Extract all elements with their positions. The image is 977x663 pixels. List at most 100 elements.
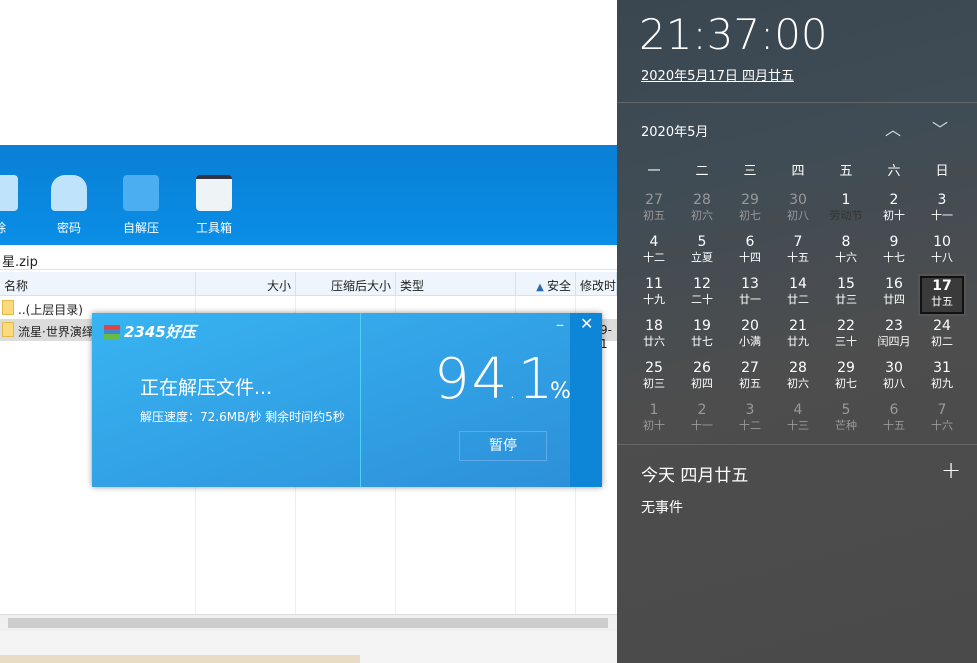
lunar-date: 十一: [691, 419, 713, 432]
calendar-day[interactable]: 10 十八: [920, 234, 964, 272]
calendar-day[interactable]: 28 初六: [776, 360, 820, 398]
day-number: 19: [693, 318, 711, 334]
col-packed-size[interactable]: 压缩后大小: [296, 272, 396, 295]
lunar-date: 二十: [691, 293, 713, 306]
scrollbar-thumb[interactable]: [8, 618, 608, 628]
today-label: 今天 四月廿五: [641, 466, 749, 486]
calendar-day[interactable]: 29 初七: [824, 360, 868, 398]
day-number: 21: [789, 318, 807, 334]
calendar-day[interactable]: 8 十六: [824, 234, 868, 272]
calendar-day[interactable]: 9 十七: [872, 234, 916, 272]
calendar-day[interactable]: 20 小满: [728, 318, 772, 356]
calendar-day[interactable]: 27 初五: [728, 360, 772, 398]
calendar-day[interactable]: 12 二十: [680, 276, 724, 314]
calendar-day[interactable]: 27 初五: [632, 192, 676, 230]
lunar-date: 十四: [739, 251, 761, 264]
lunar-date: 十五: [883, 419, 905, 432]
calendar-day[interactable]: 29 初七: [728, 192, 772, 230]
address-bar[interactable]: 星.zip: [0, 248, 617, 270]
lunar-date: 十六: [835, 251, 857, 264]
toolbar-toolbox-button[interactable]: 工具箱: [184, 175, 244, 236]
lunar-date: 十六: [931, 419, 953, 432]
calendar-day-today[interactable]: 17 廿五: [918, 274, 966, 316]
day-number: 1: [841, 192, 851, 208]
lunar-date: 初十: [883, 209, 905, 222]
lunar-date: 初八: [883, 377, 905, 390]
calendar-day[interactable]: 2 十一: [680, 402, 724, 440]
calendar-day[interactable]: 16 廿四: [872, 276, 916, 314]
day-number: 12: [693, 276, 711, 292]
day-number: 20: [741, 318, 759, 334]
calendar-day[interactable]: 6 十五: [872, 402, 916, 440]
col-size[interactable]: 大小: [196, 272, 296, 295]
calendar-flyout: 21:37:00 2020年5月17日 四月廿五 2020年5月 ︿ ﹀ 今天 …: [617, 0, 977, 663]
calendar-day[interactable]: 31 初九: [920, 360, 964, 398]
minimize-button[interactable]: –: [556, 315, 564, 334]
calendar-day[interactable]: 25 初三: [632, 360, 676, 398]
lunar-date: 立夏: [691, 251, 713, 264]
day-number: 9: [889, 234, 899, 250]
day-number: 8: [841, 234, 851, 250]
day-number: 23: [885, 318, 903, 334]
calendar-day[interactable]: 2 初十: [872, 192, 916, 230]
toolbar-delete-button[interactable]: 除: [0, 175, 30, 236]
calendar-day[interactable]: 19 廿七: [680, 318, 724, 356]
calendar-day[interactable]: 4 十三: [776, 402, 820, 440]
day-number: 29: [741, 192, 759, 208]
day-number: 17: [932, 278, 952, 294]
date-link[interactable]: 2020年5月17日 四月廿五: [641, 65, 794, 84]
calendar-day[interactable]: 7 十六: [920, 402, 964, 440]
calendar-day[interactable]: 3 十二: [728, 402, 772, 440]
calendar-day[interactable]: 22 三十: [824, 318, 868, 356]
calendar-day[interactable]: 11 十九: [632, 276, 676, 314]
calendar-day[interactable]: 1 劳动节: [824, 192, 868, 230]
calendar-day[interactable]: 24 初二: [920, 318, 964, 356]
close-button[interactable]: ✕: [580, 314, 593, 333]
calendar-day[interactable]: 23 闰四月: [872, 318, 916, 356]
calendar-day[interactable]: 30 初八: [872, 360, 916, 398]
lunar-date: 十八: [931, 251, 953, 264]
pause-button[interactable]: 暂停: [459, 431, 547, 461]
calendar-day[interactable]: 1 初十: [632, 402, 676, 440]
chevron-down-icon[interactable]: ﹀: [932, 116, 948, 140]
lunar-date: 劳动节: [829, 209, 863, 222]
calendar-day[interactable]: 3 十一: [920, 192, 964, 230]
col-modified[interactable]: 修改时: [576, 272, 617, 295]
toolbar-self-extract-button[interactable]: 自解压: [111, 175, 171, 236]
folder-icon: [2, 300, 14, 315]
col-type[interactable]: 类型: [396, 272, 516, 295]
lunar-date: 初九: [931, 377, 953, 390]
horizontal-scrollbar[interactable]: [0, 614, 617, 631]
lunar-date: 初二: [931, 335, 953, 348]
calendar-day[interactable]: 21 廿九: [776, 318, 820, 356]
day-number: 27: [741, 360, 759, 376]
day-number: 3: [745, 402, 755, 418]
calendar-day[interactable]: 7 十五: [776, 234, 820, 272]
toolbar: 除 密码 自解压 工具箱: [0, 145, 617, 245]
weekday-header: 四: [791, 164, 805, 179]
calendar-day[interactable]: 15 廿三: [824, 276, 868, 314]
status-text: 正在解压文件...: [140, 377, 273, 399]
col-security[interactable]: ▲ 安全: [516, 272, 576, 295]
calendar-day[interactable]: 26 初四: [680, 360, 724, 398]
lunar-date: 廿一: [739, 293, 761, 306]
calendar-day[interactable]: 28 初六: [680, 192, 724, 230]
calendar-day[interactable]: 4 十二: [632, 234, 676, 272]
calendar-day[interactable]: 14 廿二: [776, 276, 820, 314]
day-number: 6: [889, 402, 899, 418]
day-number: 31: [933, 360, 951, 376]
chevron-up-icon[interactable]: ︿: [885, 116, 901, 140]
toolbar-password-button[interactable]: 密码: [39, 175, 99, 236]
calendar-day[interactable]: 13 廿一: [728, 276, 772, 314]
add-event-button[interactable]: +: [941, 456, 961, 484]
calendar-day[interactable]: 6 十四: [728, 234, 772, 272]
calendar-day[interactable]: 18 廿六: [632, 318, 676, 356]
calendar-day[interactable]: 5 芒种: [824, 402, 868, 440]
lunar-date: 初八: [787, 209, 809, 222]
sort-up-icon: ▲: [536, 282, 547, 293]
month-label[interactable]: 2020年5月: [641, 121, 708, 140]
lunar-date: 芒种: [835, 419, 857, 432]
col-name[interactable]: 名称: [0, 272, 196, 295]
calendar-day[interactable]: 5 立夏: [680, 234, 724, 272]
calendar-day[interactable]: 30 初八: [776, 192, 820, 230]
